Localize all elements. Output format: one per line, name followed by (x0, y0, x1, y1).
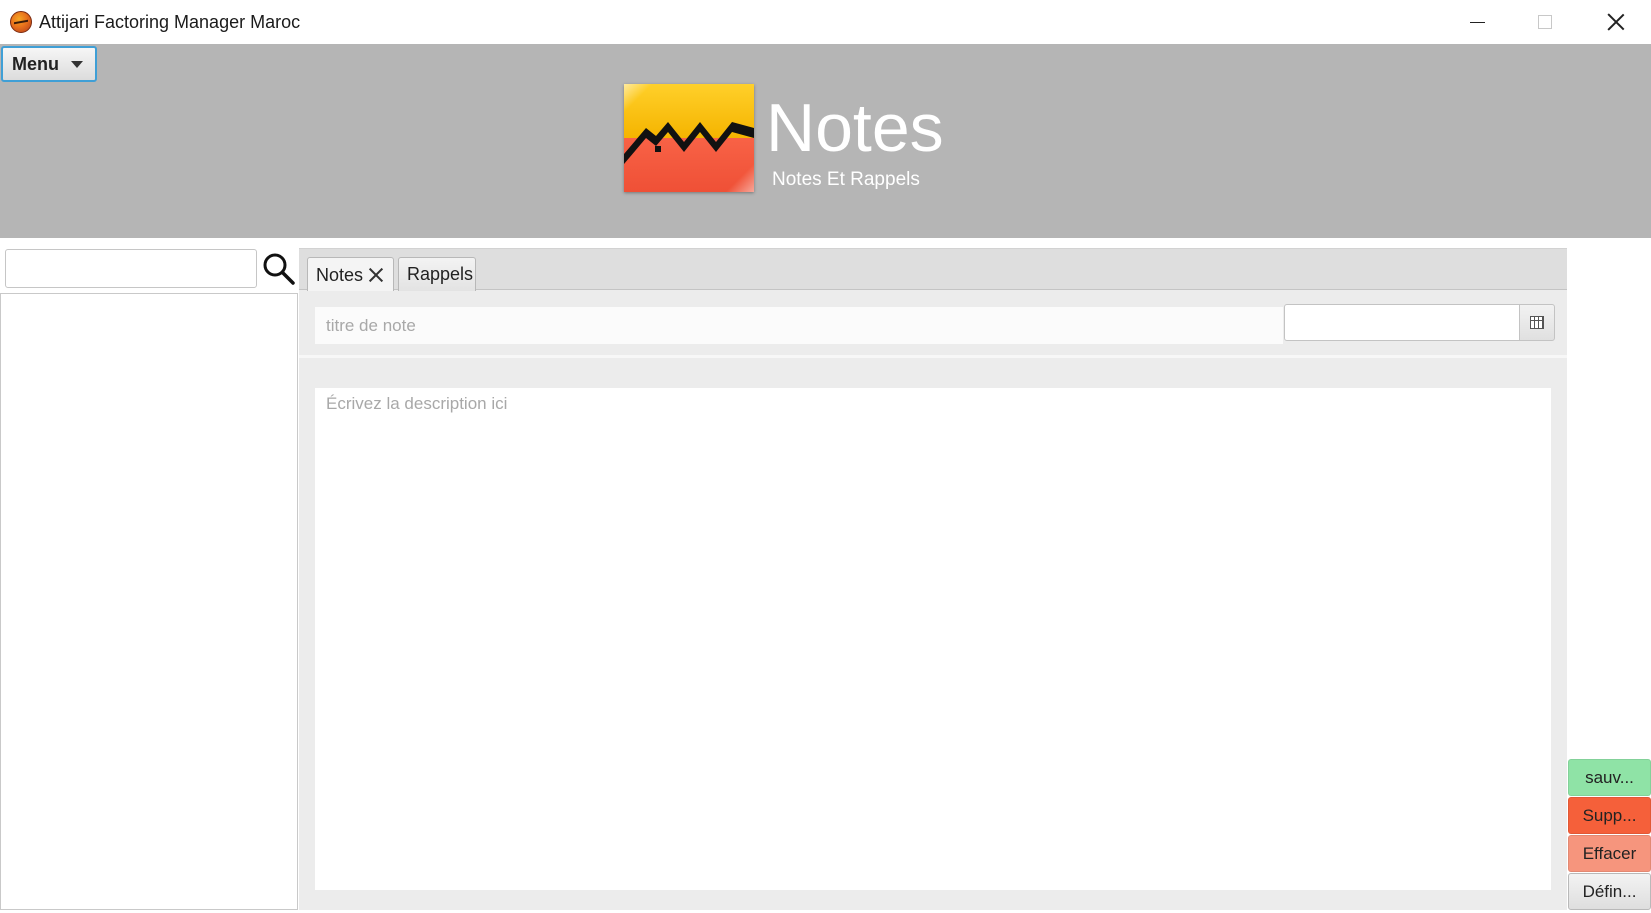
minimize-button[interactable] (1442, 0, 1512, 44)
define-button[interactable]: Défin... (1568, 873, 1651, 910)
chevron-down-icon (71, 60, 83, 68)
note-title-input[interactable] (315, 307, 1283, 344)
window-titlebar: Attijari Factoring Manager Maroc (0, 0, 1651, 44)
search-icon[interactable] (262, 252, 296, 286)
note-title-row (299, 291, 1567, 358)
attijari-logo (624, 84, 754, 192)
maximize-button[interactable] (1510, 0, 1580, 44)
save-button[interactable]: sauv... (1568, 759, 1651, 796)
tab-notes-label: Notes (316, 264, 364, 285)
close-icon (1607, 13, 1625, 31)
note-description-field[interactable] (315, 388, 1551, 890)
maximize-icon (1538, 15, 1552, 29)
tab-notes[interactable]: Notes (307, 257, 394, 292)
menu-label: Menu (12, 53, 59, 74)
date-picker-button[interactable] (1519, 304, 1555, 341)
page-title: Notes (766, 90, 944, 166)
window-title: Attijari Factoring Manager Maroc (39, 12, 301, 32)
date-field[interactable] (1284, 304, 1520, 341)
tab-pane: Notes Rappels (299, 248, 1567, 910)
close-window-button[interactable] (1581, 0, 1651, 44)
menu-button[interactable]: Menu (1, 46, 97, 82)
calendar-icon (1530, 316, 1544, 329)
page-header: Menu Notes Notes Et Rappels (0, 44, 1651, 238)
delete-button[interactable]: Supp... (1568, 797, 1651, 834)
tab-rappels-label: Rappels (407, 264, 474, 284)
tab-rappels[interactable]: Rappels (398, 257, 476, 291)
tab-header: Notes Rappels (299, 248, 1567, 292)
app-logo-icon (10, 11, 32, 33)
page-subtitle: Notes Et Rappels (772, 169, 920, 190)
close-icon[interactable] (369, 268, 383, 282)
search-input[interactable] (5, 249, 257, 288)
clear-button[interactable]: Effacer (1568, 835, 1651, 872)
notes-list[interactable] (0, 293, 298, 910)
minimize-icon (1469, 21, 1485, 23)
